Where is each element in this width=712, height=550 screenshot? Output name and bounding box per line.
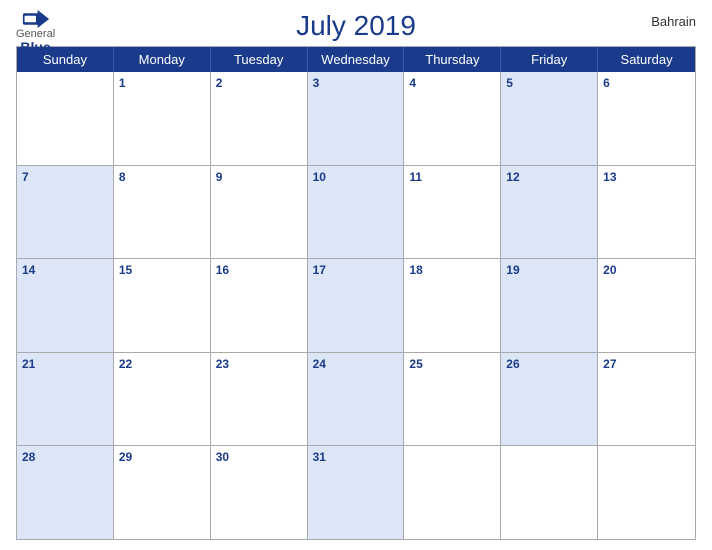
- day-number: 9: [216, 169, 302, 186]
- country-label: Bahrain: [651, 14, 696, 29]
- day-header-monday: Monday: [114, 47, 211, 72]
- day-cell: 29: [114, 446, 211, 539]
- day-number: 11: [409, 169, 495, 186]
- day-cell: 7: [17, 166, 114, 259]
- day-cell: 5: [501, 72, 598, 165]
- day-number: 20: [603, 262, 690, 279]
- day-cell: 20: [598, 259, 695, 352]
- day-number: 2: [216, 75, 302, 92]
- day-number: 13: [603, 169, 690, 186]
- day-number: 25: [409, 356, 495, 373]
- day-number: 17: [313, 262, 399, 279]
- day-cell: [17, 72, 114, 165]
- day-cell: 18: [404, 259, 501, 352]
- week-row-2: 789 10 11 12 13: [17, 165, 695, 259]
- day-number: 1: [119, 75, 205, 92]
- day-cell: 28: [17, 446, 114, 539]
- day-cell: 23: [211, 353, 308, 446]
- calendar: SundayMondayTuesdayWednesdayThursdayFrid…: [16, 46, 696, 540]
- day-number: 24: [313, 356, 399, 373]
- day-cell: 1: [114, 72, 211, 165]
- day-number: 27: [603, 356, 690, 373]
- logo-blue-text: Blue: [20, 40, 50, 55]
- day-number: 28: [22, 449, 108, 466]
- day-number: 19: [506, 262, 592, 279]
- week-row-5: 28 29 30 31: [17, 445, 695, 539]
- day-cell: 27: [598, 353, 695, 446]
- day-number: 22: [119, 356, 205, 373]
- day-number: 16: [216, 262, 302, 279]
- day-cell: 30: [211, 446, 308, 539]
- day-header-friday: Friday: [501, 47, 598, 72]
- day-number: 4: [409, 75, 495, 92]
- day-number: 5: [506, 75, 592, 92]
- day-header-saturday: Saturday: [598, 47, 695, 72]
- day-cell: 13: [598, 166, 695, 259]
- day-cell: 22: [114, 353, 211, 446]
- day-header-wednesday: Wednesday: [308, 47, 405, 72]
- day-cell: 19: [501, 259, 598, 352]
- day-cell: 3: [308, 72, 405, 165]
- day-number: 6: [603, 75, 690, 92]
- week-row-3: 14 15 16 17 18 19 20: [17, 258, 695, 352]
- day-cell: 2: [211, 72, 308, 165]
- day-cell: 24: [308, 353, 405, 446]
- day-number: 12: [506, 169, 592, 186]
- day-number: 8: [119, 169, 205, 186]
- day-cell: 14: [17, 259, 114, 352]
- day-cell: 25: [404, 353, 501, 446]
- week-row-4: 21 22 23 24 25 26 27: [17, 352, 695, 446]
- day-number: 26: [506, 356, 592, 373]
- day-number: 14: [22, 262, 108, 279]
- day-number: 15: [119, 262, 205, 279]
- logo: General Blue: [16, 10, 55, 55]
- day-number: 10: [313, 169, 399, 186]
- day-number: 21: [22, 356, 108, 373]
- day-cell: 8: [114, 166, 211, 259]
- day-header-thursday: Thursday: [404, 47, 501, 72]
- day-cell: [598, 446, 695, 539]
- day-cell: [404, 446, 501, 539]
- day-number: 30: [216, 449, 302, 466]
- day-cell: 10: [308, 166, 405, 259]
- day-cell: 6: [598, 72, 695, 165]
- day-number: 29: [119, 449, 205, 466]
- day-cell: 31: [308, 446, 405, 539]
- day-headers-row: SundayMondayTuesdayWednesdayThursdayFrid…: [17, 47, 695, 72]
- weeks-container: 1234567891011121314151617181920212223242…: [17, 72, 695, 539]
- day-cell: 4: [404, 72, 501, 165]
- day-number: 31: [313, 449, 399, 466]
- day-number: 3: [313, 75, 399, 92]
- day-cell: [501, 446, 598, 539]
- calendar-title: July 2019: [296, 10, 416, 42]
- page: General Blue July 2019 Bahrain SundayMon…: [0, 0, 712, 550]
- day-cell: 26: [501, 353, 598, 446]
- day-cell: 9: [211, 166, 308, 259]
- day-cell: 12: [501, 166, 598, 259]
- day-number: 18: [409, 262, 495, 279]
- day-cell: 21: [17, 353, 114, 446]
- day-cell: 17: [308, 259, 405, 352]
- day-header-tuesday: Tuesday: [211, 47, 308, 72]
- day-cell: 16: [211, 259, 308, 352]
- day-cell: 15: [114, 259, 211, 352]
- logo-icon: [22, 10, 50, 28]
- header: General Blue July 2019 Bahrain: [16, 10, 696, 42]
- day-cell: 11: [404, 166, 501, 259]
- week-row-1: 123456: [17, 72, 695, 165]
- day-number: 7: [22, 169, 108, 186]
- day-number: 23: [216, 356, 302, 373]
